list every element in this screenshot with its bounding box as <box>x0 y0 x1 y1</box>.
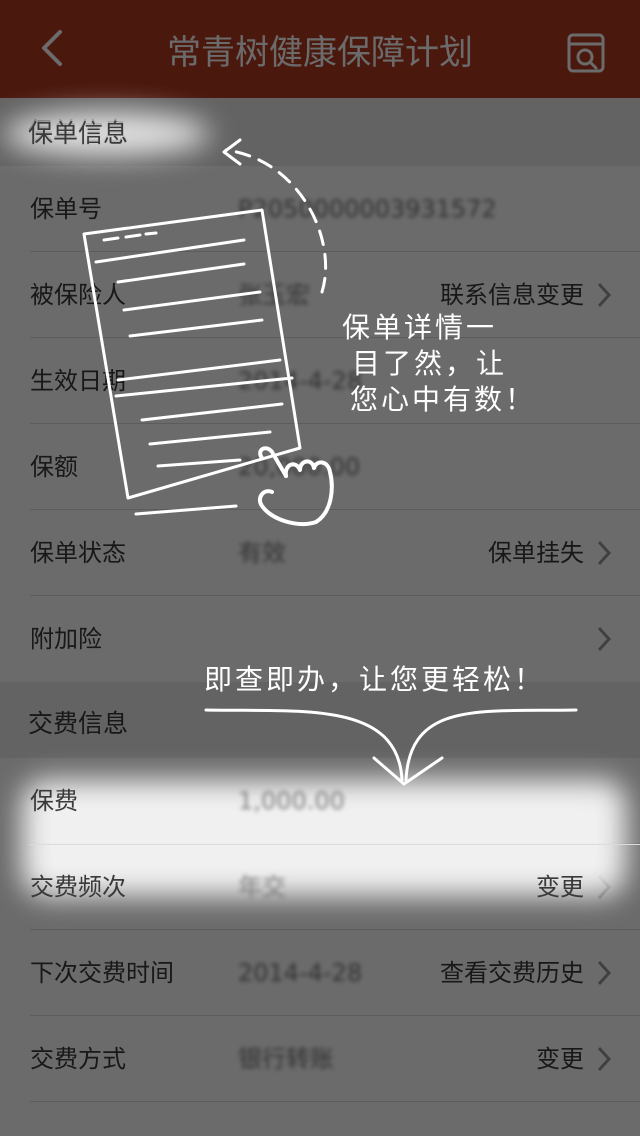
down-arrow-icon <box>204 708 578 786</box>
dashed-arrow-icon <box>224 148 328 294</box>
policy-hint-line1: 保单详情一 <box>342 311 498 344</box>
guide-drawings <box>82 138 578 786</box>
policy-hint-line3: 您心中有数！ <box>350 383 537 416</box>
payment-hint: 即查即办，让您更轻松！ <box>204 663 546 696</box>
document-sketch-icon <box>82 208 302 516</box>
pointing-hand-icon <box>257 446 334 526</box>
policy-hint-line2: 目了然，让 <box>352 347 508 380</box>
